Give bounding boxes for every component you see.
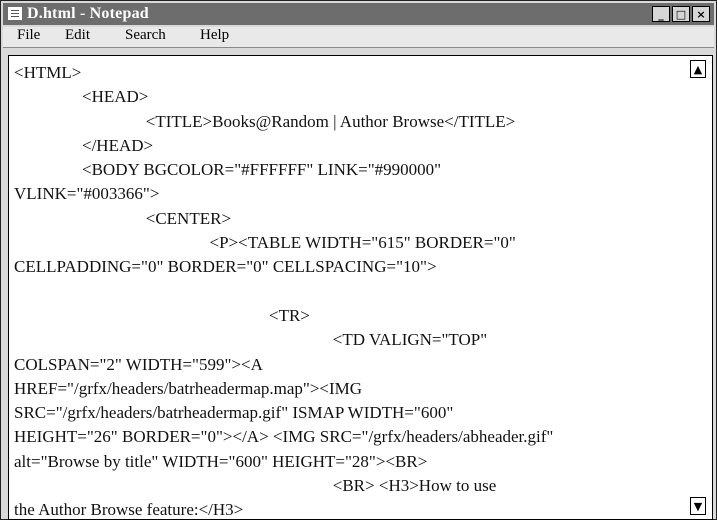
notepad-icon xyxy=(8,7,22,20)
menu-bar: File Edit Search Help xyxy=(3,27,714,48)
minimize-button[interactable]: _ xyxy=(652,6,670,22)
code-line: <HTML> xyxy=(14,63,82,82)
title-bar[interactable]: D.html - Notepad _ □ × xyxy=(3,3,714,25)
menu-search[interactable]: Search xyxy=(125,27,166,47)
menu-edit[interactable]: Edit xyxy=(65,27,90,47)
code-line: <BODY BGCOLOR="#FFFFFF" LINK="#990000" xyxy=(14,160,442,180)
code-line: <P><TABLE WIDTH="615" BORDER="0" xyxy=(14,233,516,253)
scroll-up-icon[interactable]: ▲ xyxy=(690,60,706,78)
code-line: <TITLE>Books@Random | Author Browse</TIT… xyxy=(14,111,516,131)
code-line: <HEAD> xyxy=(14,87,149,107)
code-line: <TR> xyxy=(14,305,310,325)
menu-file[interactable]: File xyxy=(17,27,40,47)
vertical-scrollbar[interactable]: ▲ ▼ xyxy=(690,60,706,515)
code-line: COLSPAN="2" WIDTH="599"><A xyxy=(14,354,263,374)
code-line: SRC="/grfx/headers/batrheadermap.gif" IS… xyxy=(14,403,454,423)
window-title: D.html - Notepad xyxy=(27,5,149,22)
code-line: CELLPADDING="0" BORDER="0" CELLSPACING="… xyxy=(14,257,437,277)
code-line: <CENTER> xyxy=(14,208,232,228)
code-line: <BR> <H3>How to use xyxy=(14,476,497,496)
code-line: HEIGHT="26" BORDER="0"></A> <IMG SRC="/g… xyxy=(14,427,554,447)
window-controls: _ □ × xyxy=(652,6,710,22)
code-line: VLINK="#003366"> xyxy=(14,184,160,204)
menu-help[interactable]: Help xyxy=(200,27,229,47)
scroll-down-icon[interactable]: ▼ xyxy=(690,497,706,515)
code-line: </HEAD> xyxy=(14,135,154,155)
close-button[interactable]: × xyxy=(692,6,710,22)
code-line: alt="Browse by title" WIDTH="600" HEIGHT… xyxy=(14,451,428,471)
maximize-button[interactable]: □ xyxy=(672,6,690,22)
text-editor[interactable]: <HTML> <HEAD> <TITLE>Books@Random | Auth… xyxy=(8,55,713,520)
notepad-window: D.html - Notepad _ □ × File Edit Search … xyxy=(0,0,717,520)
code-line: <TD VALIGN="TOP" xyxy=(14,330,488,350)
code-line: the Author Browse feature:</H3> xyxy=(14,500,244,520)
code-content[interactable]: <HTML> <HEAD> <TITLE>Books@Random | Auth… xyxy=(14,61,684,519)
code-line: HREF="/grfx/headers/batrheadermap.map"><… xyxy=(14,378,363,398)
